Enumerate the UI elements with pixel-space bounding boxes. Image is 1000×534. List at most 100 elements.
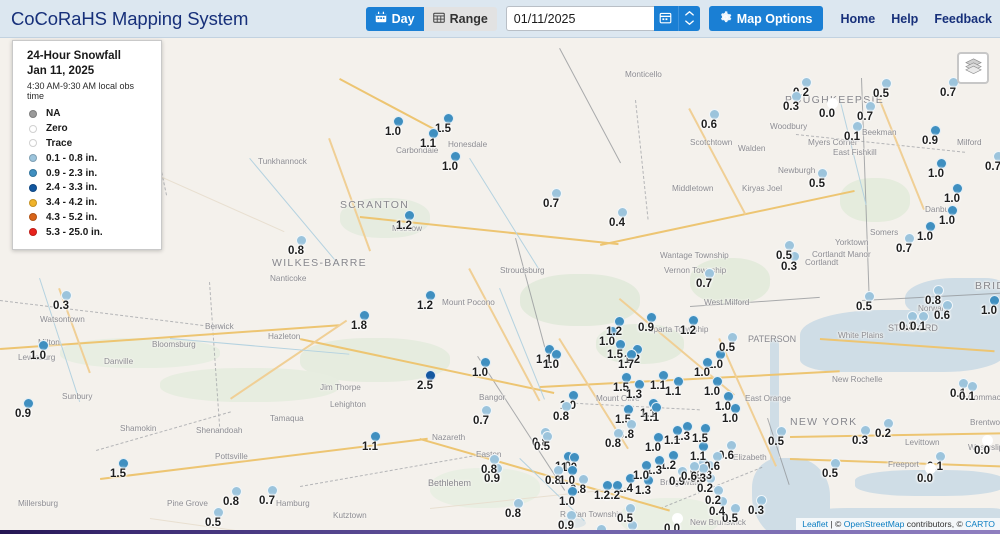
highway [338,78,438,132]
attrib-osm-prefix: © [835,519,844,529]
legend-swatch-icon [29,154,37,163]
app-header: CoCoRaHS Mapping System Day Range 01/11/… [0,0,1000,38]
station-value-label: 1.0 [559,475,575,487]
station-value-label: 1.0 [928,168,944,180]
legend-item[interactable]: 0.1 - 0.8 in. [27,151,151,166]
gear-icon [719,10,732,27]
station-value-label: 0.5 [822,468,838,480]
layers-control-button[interactable] [957,52,989,84]
station-value-label: 1.5 [110,468,126,480]
place-label: Honesdale [448,140,488,149]
place-label: Woodbury [770,122,808,131]
station-value-label: 0.5 [768,436,784,448]
range-button-label: Range [449,11,488,26]
station-value-label: 1.0 [939,215,955,227]
carto-link[interactable]: CARTO [965,519,995,529]
highway [100,437,428,481]
legend-item[interactable]: 4.3 - 5.2 in. [27,210,151,225]
calendar-icon [375,11,387,26]
water-long-island-sound [800,310,1000,372]
page-background-strip [0,530,1000,534]
legend-title-date: Jan 11, 2025 [27,64,95,77]
station-value-label: 1.0 [715,401,731,413]
legend-swatch-icon [29,169,37,178]
highway [789,458,1000,468]
station-value-label: 0.2 [875,428,891,440]
legend-title-product: 24-Hour Snowfall [27,50,121,62]
place-label: Middletown [672,184,714,193]
river [468,158,539,269]
date-picker-group [505,6,700,31]
station-value-label: 0.7 [896,243,912,255]
legend-item[interactable]: 0.9 - 2.3 in. [27,166,151,181]
place-label: Tamaqua [270,414,304,423]
legend-swatch-icon [29,139,37,148]
station-value-label: 1.0 [543,359,559,371]
station-value-label: 1.1 [665,386,681,398]
date-picker-button[interactable] [653,6,678,31]
road [688,108,747,215]
station-value-label: 0.3 [783,101,799,113]
header-controls: Day Range 01/11/2025 Map Options Home He… [365,0,1000,37]
station-value-label: 1.3 [635,485,651,497]
legend-item-label: 3.4 - 4.2 in. [46,197,98,209]
station-value-label: 1.1 [643,412,659,424]
map-options-label: Map Options [736,11,813,26]
legend-item[interactable]: Trace [27,136,151,151]
state-border-ny-pa [559,48,622,164]
nav-link-feedback[interactable]: Feedback [934,12,992,26]
station-value-label: 1.3 [626,389,642,401]
legend-item[interactable]: NA [27,106,151,121]
legend-rows: NA Zero Trace 0.1 - 0.8 in. 0.9 - 2.3 in. 2.4… [27,106,151,239]
leaflet-link[interactable]: Leaflet [802,519,828,529]
nav-link-help[interactable]: Help [891,12,918,26]
map-attribution: Leaflet | © OpenStreetMap contributors, … [796,518,1000,530]
station-value-label: 1.0 [694,367,710,379]
legend-item[interactable]: 5.3 - 25.0 in. [27,225,151,240]
place-label: Brentwood [970,418,1000,427]
station-value-label: 0.5 [719,342,735,354]
leaflet-map[interactable]: MonticelloPOUGHKEEPSIEMyers CornerEast F… [0,38,1000,530]
place-label: Tunkhannock [258,157,307,166]
place-label: Cortlandt Manor [812,250,871,259]
station-value-label: 1.1 [420,138,436,150]
station-value-label: 1.1 [650,380,666,392]
county-border [635,100,649,220]
nav-link-home[interactable]: Home [841,12,876,26]
station-value-label: 0.8 [553,411,569,423]
legend-item[interactable]: 2.4 - 3.3 in. [27,180,151,195]
station-value-label: 0.7 [473,415,489,427]
place-label: NEW YORK [790,416,858,428]
map-legend: 24-Hour Snowfall Jan 11, 2025 4:30 AM-9:… [12,40,162,250]
station-value-label: 0.1 [959,391,975,403]
station-value-label: 0.6 [681,471,697,483]
station-value-label: 0.7 [543,198,559,210]
station-value-label: 0.8 [223,496,239,508]
day-mode-button[interactable]: Day [365,6,424,31]
osm-link[interactable]: OpenStreetMap [844,519,905,529]
station-value-label: 1.0 [704,386,720,398]
place-label: Nazareth [432,433,466,442]
place-label: Millersburg [18,499,59,508]
place-label: Hazleton [268,332,301,341]
legend-subtitle: 4:30 AM-9:30 AM local obs time [27,81,135,102]
place-label: Newburgh [778,166,816,175]
place-label: New Rochelle [832,375,883,384]
legend-item-label: Trace [46,137,73,149]
station-value-label: 1.5 [692,433,708,445]
legend-item[interactable]: 3.4 - 4.2 in. [27,195,151,210]
legend-item[interactable]: Zero [27,121,151,136]
county-border [96,411,231,451]
map-options-button[interactable]: Map Options [708,6,823,31]
legend-item-label: 0.9 - 2.3 in. [46,167,98,179]
range-mode-button[interactable]: Range [423,6,497,31]
station-value-label: 0.7 [696,278,712,290]
place-label: WILKES-BARRE [272,257,367,269]
legend-swatch-icon [29,213,37,222]
date-stepper[interactable] [677,6,700,31]
legend-item-label: 0.1 - 0.8 in. [46,152,98,164]
date-input[interactable] [505,6,654,31]
local-road [149,518,349,530]
place-label: Scotchtown [690,138,733,147]
station-value-label: 0.1 [910,321,926,333]
